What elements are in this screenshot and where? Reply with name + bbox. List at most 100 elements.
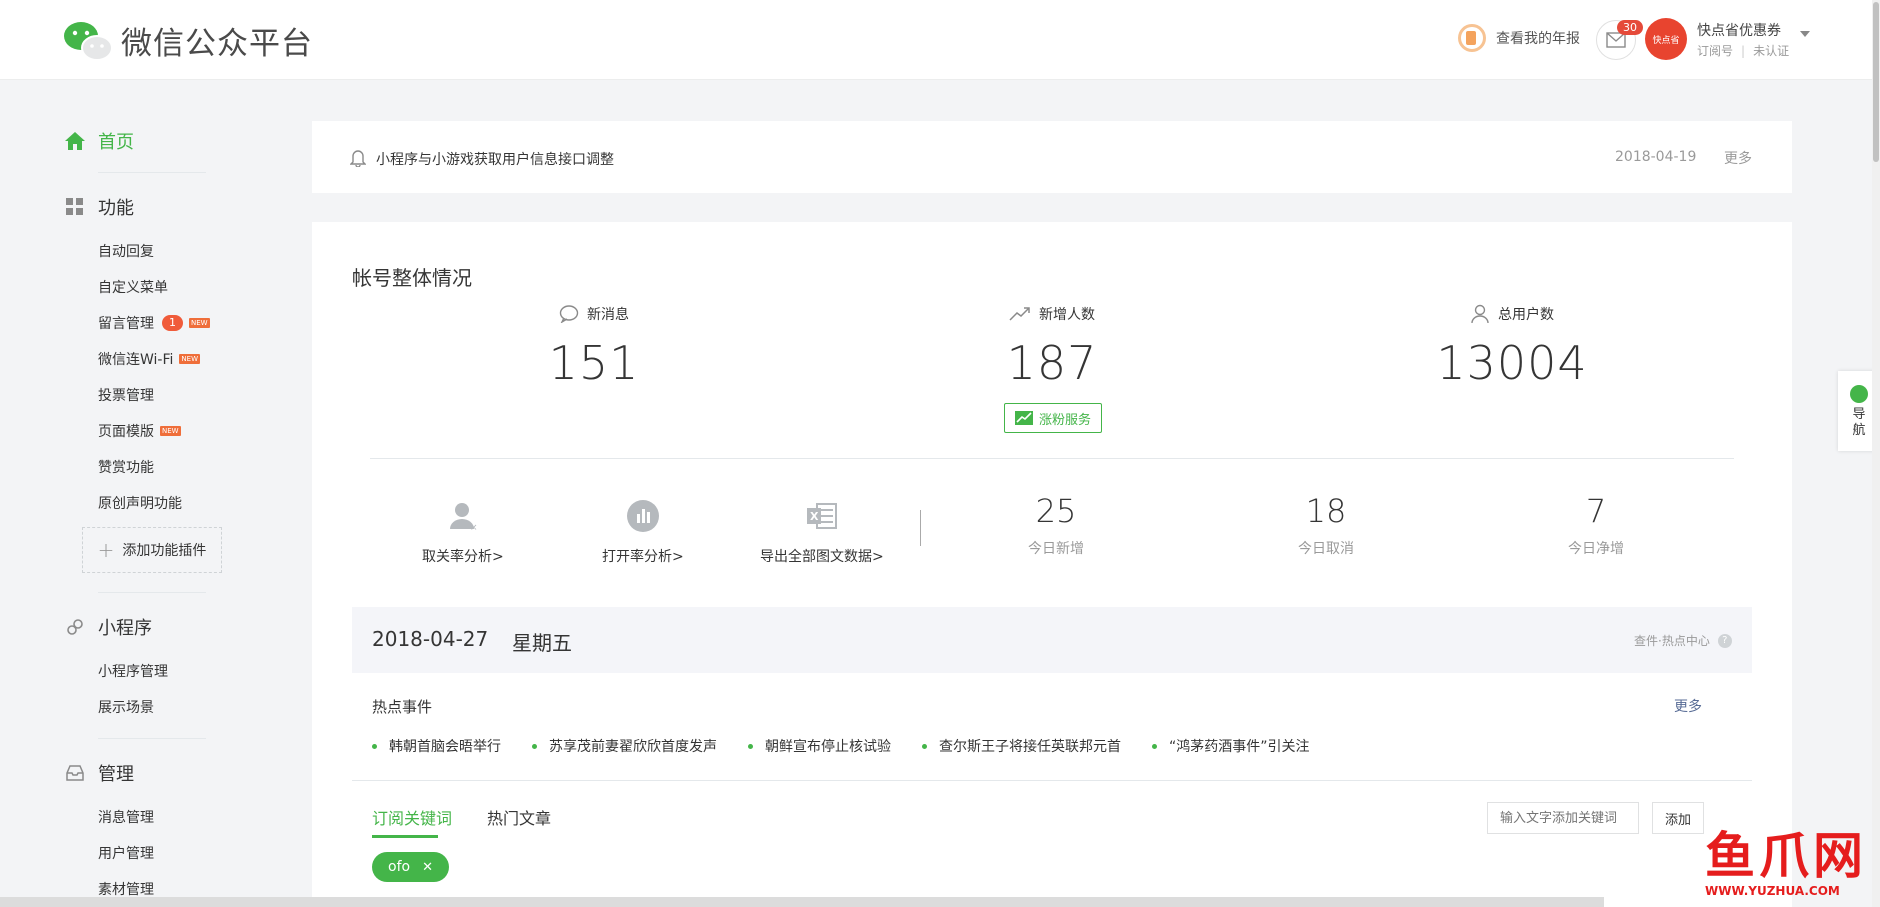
inbox-icon (64, 762, 86, 784)
unfollow-analysis-link[interactable]: × 取关率分析> (422, 498, 504, 566)
tab-subscribe-keywords[interactable]: 订阅关键词 (372, 805, 452, 829)
add-keyword-button[interactable]: 添加 (1652, 802, 1704, 834)
sidebar-item-custom-menu[interactable]: 自定义菜单 (98, 277, 168, 297)
sidebar-group-manage[interactable]: 管理 (64, 760, 134, 786)
sidebar-item-label: 页面模版 (98, 424, 154, 440)
sidebar-miniprogram-label: 小程序 (98, 618, 152, 639)
sidebar-divider (98, 592, 206, 593)
sidebar-item-label: 展示场景 (98, 700, 154, 716)
hot-events-title: 热点事件 (372, 698, 433, 716)
sidebar-item-label: 素材管理 (98, 882, 154, 898)
stat-new-followers: 新增人数 187 (902, 304, 1202, 390)
export-articles-link[interactable]: X 导出全部图文数据> (760, 498, 884, 566)
sidebar-item-label: 小程序管理 (98, 664, 168, 680)
bullet-icon (922, 743, 927, 749)
hot-event-label: 朝鲜宣布停止核试验 (765, 739, 891, 755)
sidebar-item-materials[interactable]: 素材管理 (98, 879, 154, 899)
hot-event-label: 苏享茂前妻翟欣欣首度发声 (549, 739, 717, 755)
notice-card: 小程序与小游戏获取用户信息接口调整 2018-04-19 更多 (312, 121, 1792, 193)
hot-event-item[interactable]: 查尔斯王子将接任英联邦元首 (922, 736, 1121, 756)
watermark-url: WWW.YUZHUA.COM (1705, 884, 1840, 898)
notice-link[interactable]: 小程序与小游戏获取用户信息接口调整 (376, 149, 614, 169)
sidebar-group-functions[interactable]: 功能 (64, 194, 134, 220)
sidebar-group-miniprogram[interactable]: 小程序 (64, 614, 152, 640)
sidebar-item-messages[interactable]: 消息管理 (98, 807, 154, 827)
user-analysis-icon: × (445, 498, 481, 534)
wechat-logo-icon (63, 20, 115, 62)
vertical-scrollbar-thumb[interactable] (1873, 2, 1879, 162)
account-name[interactable]: 快点省优惠券 (1697, 20, 1781, 40)
overview-title: 帐号整体情况 (352, 266, 472, 290)
hot-center-link[interactable]: 查件·热点中心 ? (1634, 632, 1732, 649)
chevron-down-icon[interactable] (1800, 31, 1810, 37)
top-bar: 微信公众平台 查看我的年报 30 快点省 快点省优惠券 订阅号 | 未认证 (0, 0, 1880, 80)
current-date: 2018-04-27 (372, 627, 489, 651)
hot-event-label: “鸿茅药酒事件”引关注 (1169, 739, 1310, 755)
watermark-logo: 鱼爪网 (1705, 827, 1867, 885)
account-verify: 未认证 (1753, 44, 1790, 58)
hot-event-item[interactable]: 苏享茂前妻翟欣欣首度发声 (532, 736, 717, 756)
sidebar-item-users[interactable]: 用户管理 (98, 843, 154, 863)
grid-icon (64, 196, 86, 218)
stat-value: 187 (1006, 336, 1098, 390)
help-icon[interactable]: ? (1717, 633, 1732, 648)
sidebar-item-label: 微信连Wi-Fi (98, 352, 174, 368)
today-net: 7 今日净增 (1516, 492, 1676, 558)
annual-report-link[interactable]: 查看我的年报 (1458, 24, 1580, 52)
comment-count-badge: 1 (162, 315, 183, 331)
hot-event-item[interactable]: “鸿茅药酒事件”引关注 (1152, 736, 1310, 756)
grow-followers-button[interactable]: 涨粉服务 (1004, 403, 1102, 433)
hot-event-item[interactable]: 韩朝首脑会晤举行 (372, 736, 501, 756)
hot-events-more-link[interactable]: 更多 (1674, 696, 1702, 716)
hot-event-item[interactable]: 朝鲜宣布停止核试验 (748, 736, 891, 756)
sidebar: 首页 功能 自动回复 自定义菜单 留言管理 1 NEW 微信连Wi-Fi NEW… (0, 80, 290, 907)
trend-up-icon (1009, 306, 1031, 322)
add-plugin-button[interactable]: + 添加功能插件 (82, 527, 222, 573)
tab-hot-articles[interactable]: 热门文章 (487, 805, 551, 829)
hot-event-label: 查尔斯王子将接任英联邦元首 (939, 739, 1121, 755)
sidebar-item-label: 用户管理 (98, 846, 154, 862)
excel-icon: X (804, 498, 840, 534)
stat-value: 13004 (1436, 336, 1588, 390)
date-bar: 2018-04-27 星期五 查件·热点中心 ? (352, 607, 1752, 673)
today-new: 25 今日新增 (976, 492, 1136, 558)
sidebar-item-label: 自定义菜单 (98, 280, 168, 296)
sidebar-item-label: 原创声明功能 (98, 496, 182, 512)
sidebar-item-label: 消息管理 (98, 810, 154, 826)
sidebar-item-miniprogram-manage[interactable]: 小程序管理 (98, 661, 168, 681)
close-icon[interactable]: ✕ (422, 860, 433, 875)
wechat-logo[interactable]: 微信公众平台 (63, 18, 313, 63)
guide-label: 导 (1852, 407, 1866, 422)
sidebar-item-reward[interactable]: 赞赏功能 (98, 457, 154, 477)
report-icon (1458, 24, 1486, 52)
bullet-icon (372, 743, 377, 749)
stat-value: 151 (548, 336, 640, 390)
account-avatar[interactable]: 快点省 (1645, 18, 1687, 60)
chart-growth-icon (1014, 411, 1033, 425)
overview-card: 帐号整体情况 新消息 151 新增人数 187 总用户数 13004 涨粉服务 … (312, 222, 1792, 907)
user-icon (1470, 304, 1490, 324)
keyword-tag[interactable]: ofo ✕ (372, 852, 449, 882)
open-rate-analysis-link[interactable]: 打开率分析> (602, 498, 684, 566)
today-value: 18 (1305, 492, 1347, 530)
notice-more-link[interactable]: 更多 (1724, 148, 1752, 168)
today-label: 今日新增 (1028, 541, 1084, 557)
sidebar-item-scenes[interactable]: 展示场景 (98, 697, 154, 717)
guide-icon (1850, 385, 1868, 403)
tool-label: 导出全部图文数据> (760, 549, 884, 565)
svg-text:X: X (810, 510, 819, 523)
bullet-icon (532, 743, 537, 749)
sidebar-item-auto-reply[interactable]: 自动回复 (98, 241, 154, 261)
sidebar-item-comments[interactable]: 留言管理 1 NEW (98, 313, 210, 333)
hot-events-list: 韩朝首脑会晤举行 苏享茂前妻翟欣欣首度发声 朝鲜宣布停止核试验 查尔斯王子将接任… (372, 736, 1341, 756)
vertical-divider (920, 510, 921, 546)
horizontal-scrollbar[interactable] (0, 897, 1604, 907)
sidebar-item-original[interactable]: 原创声明功能 (98, 493, 182, 513)
sidebar-item-page-template[interactable]: 页面模版 NEW (98, 421, 181, 441)
sidebar-item-wifi[interactable]: 微信连Wi-Fi NEW (98, 349, 200, 369)
sidebar-divider (98, 172, 206, 173)
keyword-input[interactable] (1487, 802, 1639, 834)
sidebar-item-vote[interactable]: 投票管理 (98, 385, 154, 405)
sidebar-item-home[interactable]: 首页 (64, 128, 134, 154)
new-badge: NEW (160, 426, 181, 436)
